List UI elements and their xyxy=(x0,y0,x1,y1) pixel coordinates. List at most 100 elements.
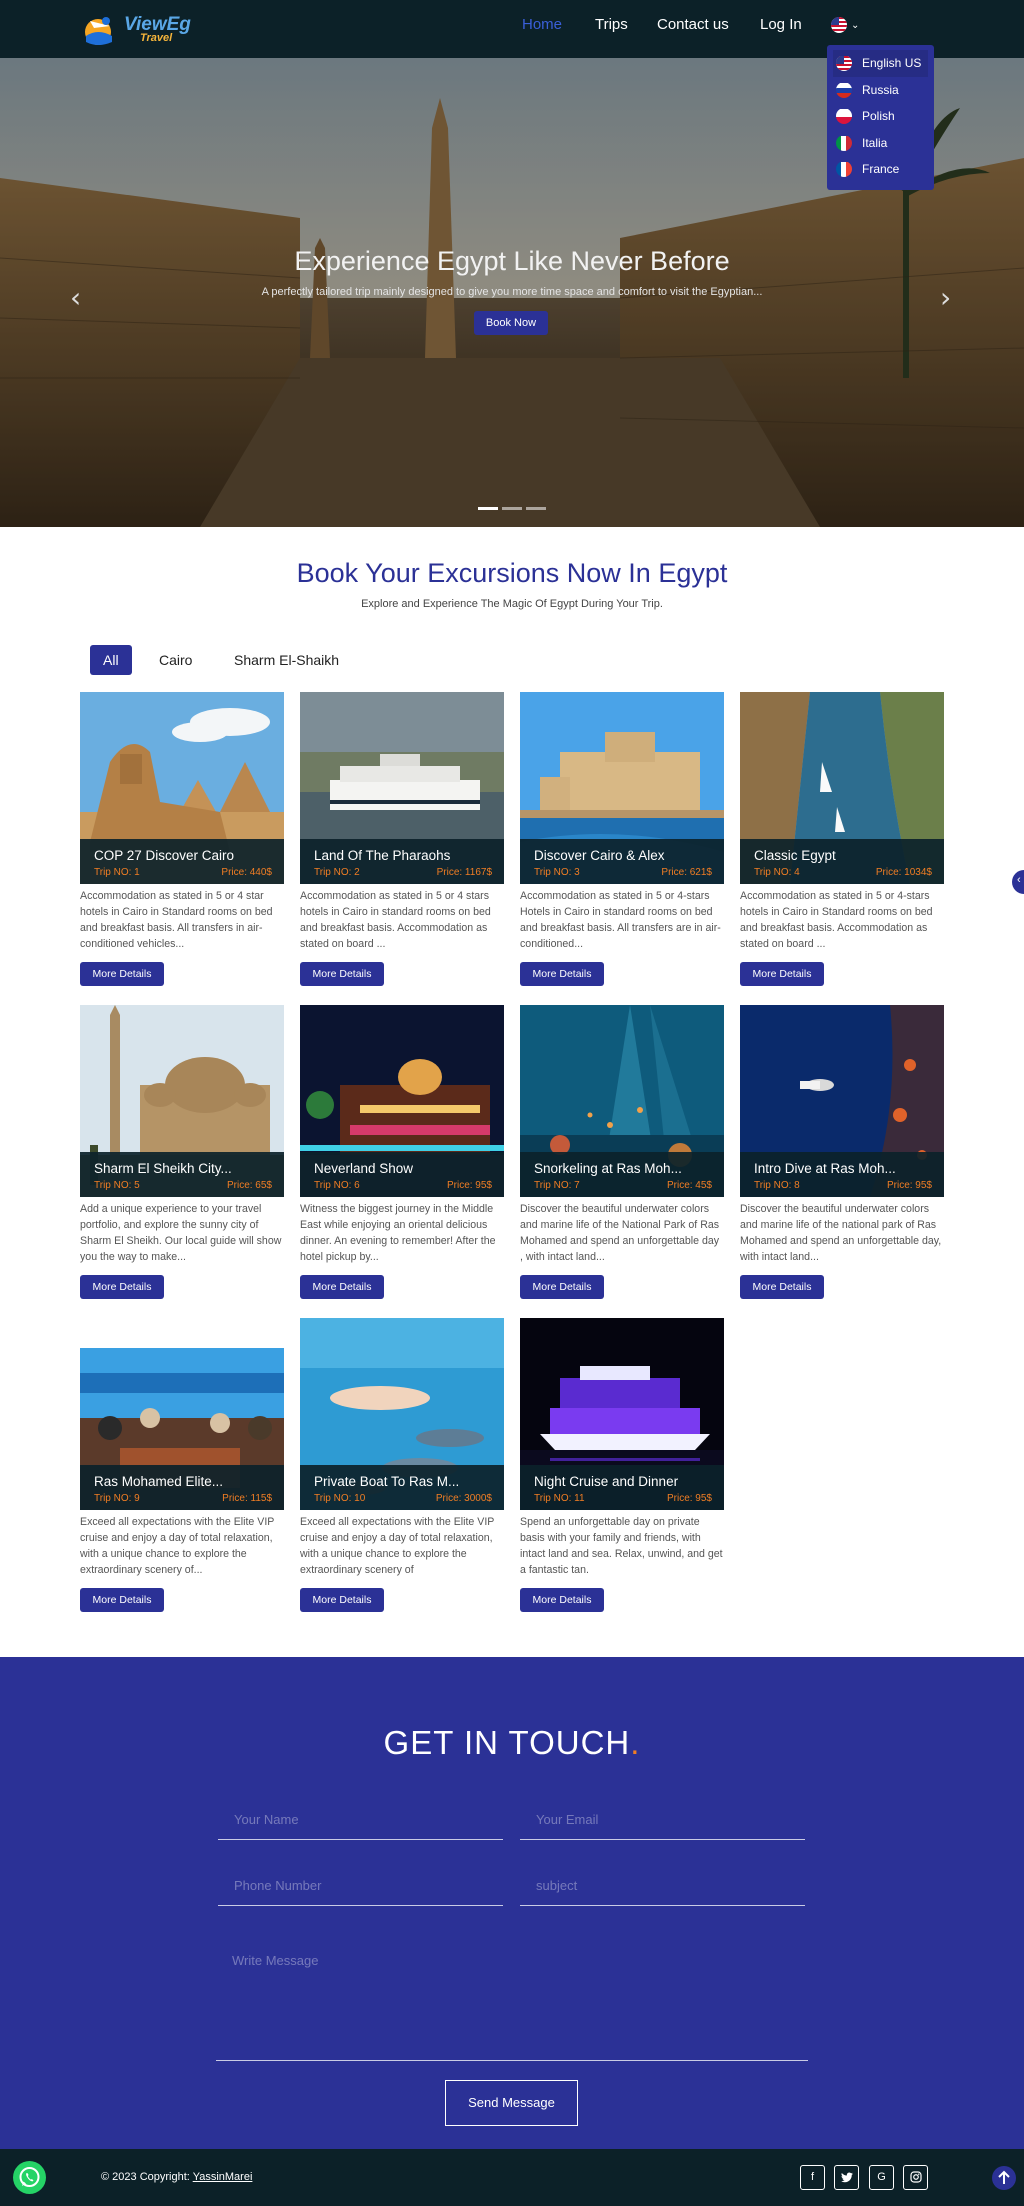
trip-title: Neverland Show xyxy=(314,1161,414,1176)
nav-log-in[interactable]: Log In xyxy=(760,16,802,33)
side-scroll-tab[interactable]: ‹ xyxy=(1012,870,1024,894)
trip-description: Discover the beautiful underwater colors… xyxy=(520,1203,720,1263)
nav-trips[interactable]: Trips xyxy=(595,16,628,33)
trip-info-band: Snorkeling at Ras Moh... Trip NO: 7 Price:… xyxy=(520,1152,724,1197)
language-label: Russia xyxy=(862,82,899,97)
language-option-english[interactable]: English US xyxy=(833,50,928,77)
message-field[interactable] xyxy=(216,1943,808,2061)
more-details-button[interactable]: More Details xyxy=(80,962,164,986)
contact-title: GET IN TOUCH. xyxy=(0,1724,1024,1762)
more-details-button[interactable]: More Details xyxy=(520,962,604,986)
language-label: Polish xyxy=(862,109,895,123)
instagram-icon[interactable] xyxy=(903,2165,928,2190)
trip-image[interactable]: Intro Dive at Ras Moh... Trip NO: 8 Price:… xyxy=(740,1005,944,1197)
send-message-button[interactable]: Send Message xyxy=(445,2080,578,2126)
google-icon[interactable]: G xyxy=(869,2165,894,2190)
trip-image[interactable]: Discover Cairo & Alex Trip NO: 3 Price: 62… xyxy=(520,692,724,884)
trip-price: Price: 115$ xyxy=(222,1493,272,1504)
nav-home[interactable]: Home xyxy=(522,16,562,33)
language-option-russia[interactable]: Russia xyxy=(833,77,928,104)
trip-price: Price: 1034$ xyxy=(875,867,932,878)
language-option-italia[interactable]: Italia xyxy=(833,130,928,157)
trip-image[interactable]: Classic Egypt Trip NO: 4 Price: 1034$ xyxy=(740,692,944,884)
carousel-prev-icon[interactable]: ‹ xyxy=(70,281,81,314)
trip-info-band: Night Cruise and Dinner Trip NO: 11 Price:… xyxy=(520,1465,724,1510)
filter-cairo[interactable]: Cairo xyxy=(146,645,205,675)
language-option-polish[interactable]: Polish xyxy=(833,103,928,130)
more-details-button[interactable]: More Details xyxy=(300,1275,384,1299)
trip-info-band: COP 27 Discover Cairo Trip NO: 1 Price: 44… xyxy=(80,839,284,884)
trip-image[interactable]: Neverland Show Trip NO: 6 Price: 95$ xyxy=(300,1005,504,1197)
whatsapp-icon[interactable] xyxy=(13,2161,46,2194)
trip-number: Trip NO: 9 xyxy=(94,1493,140,1504)
chevron-left-icon: ‹ xyxy=(1017,874,1021,886)
trip-price: Price: 45$ xyxy=(666,1180,712,1191)
trip-card: Sharm El Sheikh City... Trip NO: 5 Price: … xyxy=(80,1005,284,1299)
poland-flag-icon xyxy=(836,108,852,124)
facebook-icon[interactable]: f xyxy=(800,2165,825,2190)
scroll-to-top-icon[interactable] xyxy=(992,2166,1016,2190)
contact-section: GET IN TOUCH. Send Message xyxy=(0,1657,1024,2149)
trip-image[interactable]: Night Cruise and Dinner Trip NO: 11 Price:… xyxy=(520,1318,724,1510)
more-details-button[interactable]: More Details xyxy=(740,962,824,986)
carousel-indicator-1[interactable] xyxy=(478,507,498,510)
trip-image[interactable]: Sharm El Sheikh City... Trip NO: 5 Price: … xyxy=(80,1005,284,1197)
more-details-button[interactable]: More Details xyxy=(80,1275,164,1299)
trip-card: Private Boat To Ras M... Trip NO: 10 Price… xyxy=(300,1318,504,1612)
trip-number: Trip NO: 7 xyxy=(534,1180,580,1191)
nav-contact-us[interactable]: Contact us xyxy=(657,16,729,33)
trip-title: Discover Cairo & Alex xyxy=(534,848,665,863)
us-flag-icon xyxy=(836,55,852,71)
trip-image[interactable]: Private Boat To Ras M... Trip NO: 10 Price… xyxy=(300,1318,504,1510)
trip-number: Trip NO: 4 xyxy=(754,867,800,878)
language-label: Italia xyxy=(862,135,888,150)
subject-field[interactable] xyxy=(520,1866,805,1906)
trip-image[interactable]: Ras Mohamed Elite... Trip NO: 9 Price: 115… xyxy=(80,1318,284,1510)
more-details-button[interactable]: More Details xyxy=(520,1588,604,1612)
trip-description: Exceed all expectations with the Elite V… xyxy=(80,1516,275,1576)
trip-card: Intro Dive at Ras Moh... Trip NO: 8 Price:… xyxy=(740,1005,944,1299)
trip-price: Price: 1167$ xyxy=(436,867,492,878)
contact-title-text: GET IN TOUCH xyxy=(383,1724,631,1761)
twitter-icon[interactable] xyxy=(834,2165,859,2190)
contact-title-accent: . xyxy=(630,1724,641,1761)
filter-sharm-el-shaikh[interactable]: Sharm El-Shaikh xyxy=(221,645,352,675)
trip-description: Discover the beautiful underwater colors… xyxy=(740,1203,942,1263)
trip-description: Accommodation as stated in 5 or 4 stars … xyxy=(300,890,491,950)
trip-card: Land Of The Pharaohs Trip NO: 2 Price: 116… xyxy=(300,692,504,986)
more-details-button[interactable]: More Details xyxy=(300,962,384,986)
trip-image[interactable]: Snorkeling at Ras Moh... Trip NO: 7 Price:… xyxy=(520,1005,724,1197)
us-flag-icon xyxy=(831,16,847,33)
trip-image[interactable]: Land Of The Pharaohs Trip NO: 2 Price: 116… xyxy=(300,692,504,884)
language-option-france[interactable]: France xyxy=(833,156,928,183)
author-link[interactable]: YassinMarei xyxy=(193,2171,253,2183)
carousel-indicator-2[interactable] xyxy=(502,507,522,510)
trip-price: Price: 3000$ xyxy=(435,1493,492,1504)
trip-image[interactable]: COP 27 Discover Cairo Trip NO: 1 Price: 44… xyxy=(80,692,284,884)
language-switcher[interactable]: ⌄ xyxy=(831,16,863,36)
trip-card: Night Cruise and Dinner Trip NO: 11 Price:… xyxy=(520,1318,724,1612)
trip-price: Price: 440$ xyxy=(221,867,272,878)
trip-number: Trip NO: 1 xyxy=(94,867,140,878)
trip-description: Witness the biggest journey in the Middl… xyxy=(300,1203,496,1263)
more-details-button[interactable]: More Details xyxy=(520,1275,604,1299)
more-details-button[interactable]: More Details xyxy=(740,1275,824,1299)
trip-description: Accommodation as stated in 5 or 4-stars … xyxy=(740,890,933,950)
phone-field[interactable] xyxy=(218,1866,503,1906)
more-details-button[interactable]: More Details xyxy=(300,1588,384,1612)
book-now-button[interactable]: Book Now xyxy=(474,311,548,335)
trip-info-band: Discover Cairo & Alex Trip NO: 3 Price: 62… xyxy=(520,839,724,884)
name-field[interactable] xyxy=(218,1800,503,1840)
trip-info-band: Neverland Show Trip NO: 6 Price: 95$ xyxy=(300,1152,504,1197)
trip-price: Price: 95$ xyxy=(666,1493,712,1504)
carousel-indicator-3[interactable] xyxy=(526,507,546,510)
more-details-button[interactable]: More Details xyxy=(80,1588,164,1612)
email-field[interactable] xyxy=(520,1800,805,1840)
footer: © 2023 Copyright: YassinMarei f G xyxy=(0,2149,1024,2206)
italy-flag-icon xyxy=(836,135,852,151)
site-logo[interactable]: ViewEg Travel xyxy=(80,8,191,50)
trip-card: Snorkeling at Ras Moh... Trip NO: 7 Price:… xyxy=(520,1005,724,1299)
filter-all[interactable]: All xyxy=(90,645,132,675)
carousel-next-icon[interactable]: › xyxy=(940,281,951,314)
trip-description: Add a unique experience to your travel p… xyxy=(80,1203,282,1263)
